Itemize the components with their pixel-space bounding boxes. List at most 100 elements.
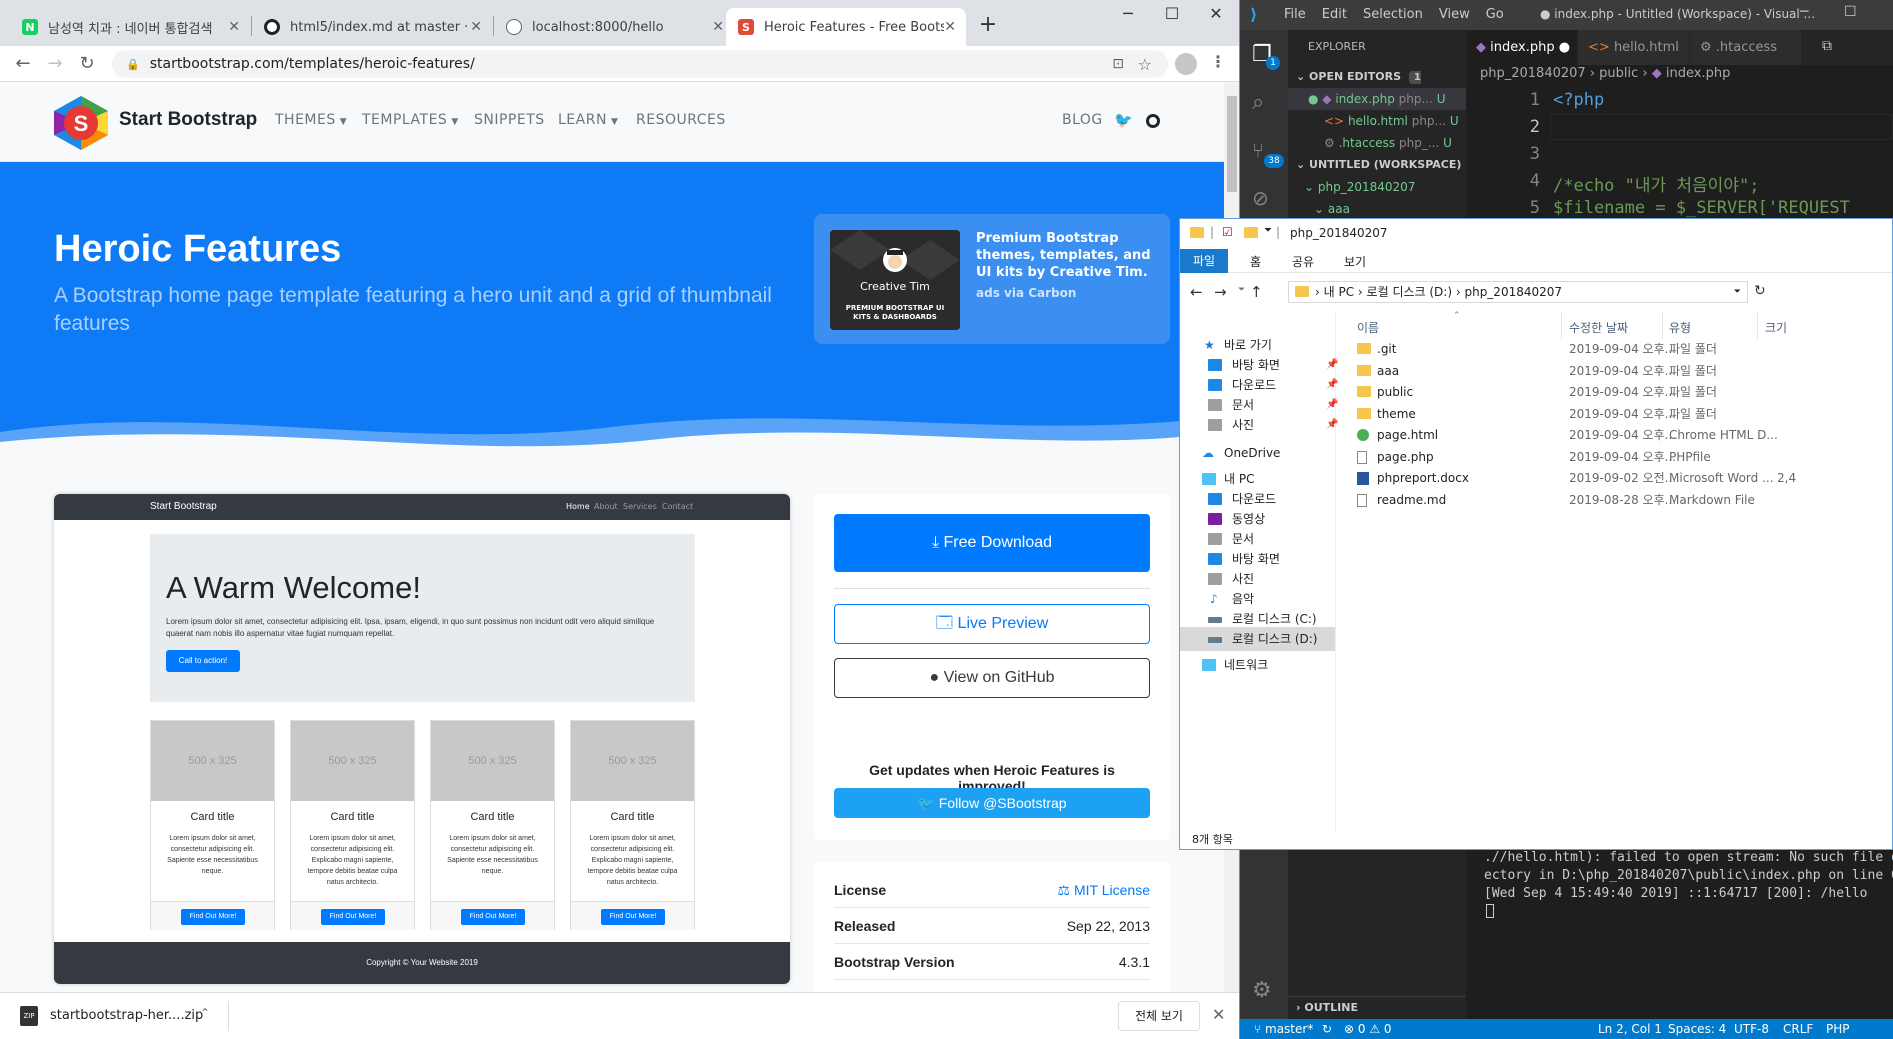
tab-heroic-features[interactable]: S Heroic Features - Free Bootstrap ✕: [726, 8, 966, 46]
open-editor-htaccess[interactable]: ⚙ .htaccess php_... U: [1288, 132, 1466, 154]
back-icon[interactable]: ←: [10, 51, 36, 77]
close-icon[interactable]: ✕: [1212, 1005, 1225, 1024]
nav-resources[interactable]: RESOURCES: [636, 112, 726, 128]
view-on-github-button[interactable]: ● View on GitHub: [834, 658, 1150, 698]
close-icon[interactable]: ✕: [712, 19, 724, 35]
ribbon-tab-home[interactable]: 홈: [1250, 253, 1261, 270]
file-row[interactable]: aaa 2019-09-04 오후... 파일 폴더: [1337, 361, 1892, 381]
ribbon-tab-file[interactable]: 파일: [1180, 249, 1228, 273]
editor-tab-hello-html[interactable]: <> hello.html: [1578, 30, 1690, 65]
new-folder-icon[interactable]: [1244, 227, 1258, 238]
bookmark-star-icon[interactable]: ☆: [1138, 55, 1152, 74]
encoding[interactable]: UTF-8: [1734, 1022, 1769, 1036]
nav-network[interactable]: 네트워크: [1180, 653, 1335, 677]
free-download-button[interactable]: ⤓ Free Download: [834, 514, 1150, 572]
close-icon[interactable]: ✕: [470, 19, 482, 35]
outline-header[interactable]: › OUTLINE: [1288, 996, 1466, 1018]
editor-tab-htaccess[interactable]: ⚙ .htaccess: [1690, 30, 1802, 65]
column-type[interactable]: 유형: [1669, 319, 1691, 336]
chevron-down-icon[interactable]: ⏷: [1238, 285, 1245, 295]
forward-icon[interactable]: →: [1214, 283, 1227, 301]
close-window-button[interactable]: ✕: [1194, 4, 1238, 23]
live-preview-button[interactable]: 🗔 Live Preview: [834, 604, 1150, 644]
maximize-button[interactable]: ☐: [1844, 4, 1857, 20]
minimize-button[interactable]: ─: [1800, 4, 1808, 20]
translate-icon[interactable]: ⊡: [1112, 56, 1124, 72]
carbon-ad[interactable]: Creative Tim PREMIUM BOOTSTRAP UI KITS &…: [814, 214, 1170, 344]
search-icon[interactable]: ⌕: [1252, 90, 1264, 115]
line-ending[interactable]: CRLF: [1783, 1022, 1813, 1036]
address-bar[interactable]: 🔒 startbootstrap.com/templates/heroic-fe…: [112, 50, 1168, 78]
carbon-ad-image[interactable]: Creative Tim PREMIUM BOOTSTRAP UI KITS &…: [830, 230, 960, 330]
tab-localhost[interactable]: localhost:8000/hello ✕: [494, 8, 734, 46]
maximize-button[interactable]: ☐: [1150, 4, 1194, 23]
file-row[interactable]: page.html 2019-09-04 오후... Chrome HTML D..…: [1337, 425, 1892, 445]
file-row[interactable]: readme.md 2019-08-28 오후... Markdown File: [1337, 490, 1892, 510]
nav-snippets[interactable]: SNIPPETS: [474, 112, 545, 128]
close-icon[interactable]: ✕: [944, 19, 956, 35]
indentation[interactable]: Spaces: 4: [1668, 1022, 1726, 1036]
back-icon[interactable]: ←: [1190, 283, 1203, 301]
workspace-header[interactable]: ⌄ UNTITLED (WORKSPACE): [1288, 154, 1466, 176]
open-editor-hello-html[interactable]: <> hello.html php... U: [1288, 110, 1466, 132]
menu-kebab-icon[interactable]: ⋮: [1210, 52, 1226, 71]
column-name[interactable]: 이름: [1357, 319, 1379, 336]
new-tab-button[interactable]: +: [966, 12, 1010, 37]
problems-indicator[interactable]: ⊗ 0 ⚠ 0: [1344, 1022, 1392, 1036]
scrollbar-thumb[interactable]: [1227, 96, 1237, 192]
ribbon-tab-share[interactable]: 공유: [1292, 253, 1314, 270]
cursor-position[interactable]: Ln 2, Col 1: [1598, 1022, 1662, 1036]
profile-avatar[interactable]: [1175, 53, 1197, 75]
tab-naver[interactable]: N 남성역 치과 : 네이버 통합검색 ✕: [10, 8, 250, 46]
file-row[interactable]: theme 2019-09-04 오후... 파일 폴더: [1337, 404, 1892, 424]
folder-php-201840207[interactable]: ⌄ php_201840207: [1288, 176, 1466, 198]
download-item[interactable]: startbootstrap-her....zip: [50, 1008, 203, 1023]
start-bootstrap-logo[interactable]: S: [54, 96, 108, 150]
editor-tab-index-php[interactable]: ◆ index.php ●: [1466, 30, 1578, 65]
twitter-icon[interactable]: 🐦: [1114, 111, 1133, 129]
refresh-icon[interactable]: ↻: [1754, 283, 1766, 299]
folder-aaa[interactable]: ⌄ aaa: [1288, 198, 1466, 220]
menu-edit[interactable]: Edit: [1322, 7, 1347, 22]
nav-drive-d[interactable]: 로컬 디스크 (D:): [1180, 627, 1335, 651]
language-mode[interactable]: PHP: [1826, 1022, 1850, 1036]
chevron-up-icon[interactable]: ⌃: [200, 1006, 210, 1020]
template-preview[interactable]: Start Bootstrap Home About Services Cont…: [54, 494, 790, 984]
carbon-ad-via[interactable]: ads via Carbon: [976, 286, 1076, 300]
open-editor-index-php[interactable]: ● ◆ index.php php... U: [1288, 88, 1466, 110]
explorer-path-bar[interactable]: › 내 PC › 로컬 디스크 (D:) › php_201840207 ⏷: [1288, 281, 1748, 303]
menu-file[interactable]: File: [1284, 7, 1306, 22]
close-icon[interactable]: ✕: [228, 19, 240, 35]
split-editor-icon[interactable]: ⧉: [1822, 38, 1832, 54]
file-row[interactable]: .git 2019-09-04 오후... 파일 폴더: [1337, 339, 1892, 359]
file-row[interactable]: page.php 2019-09-04 오후... PHPfile: [1337, 447, 1892, 467]
nav-templates[interactable]: TEMPLATES ▼: [362, 112, 459, 128]
github-icon[interactable]: [1146, 114, 1160, 128]
branch-indicator[interactable]: ⑂ master*: [1254, 1022, 1313, 1036]
site-brand[interactable]: Start Bootstrap: [119, 109, 257, 131]
file-row[interactable]: public 2019-09-04 오후... 파일 폴더: [1337, 382, 1892, 402]
reload-icon[interactable]: ↻: [74, 51, 100, 77]
menu-go[interactable]: Go: [1486, 7, 1504, 22]
show-all-downloads-button[interactable]: 전체 보기: [1118, 1001, 1200, 1031]
mit-license-link[interactable]: ⚖ MIT License: [1058, 882, 1150, 899]
source-control-icon[interactable]: ⑂: [1252, 138, 1264, 162]
column-date[interactable]: 수정한 날짜: [1569, 319, 1628, 336]
nav-blog[interactable]: BLOG: [1062, 112, 1103, 128]
chevron-down-icon[interactable]: ⏷: [1264, 225, 1272, 236]
carbon-ad-text[interactable]: Premium Bootstrap themes, templates, and…: [976, 230, 1156, 281]
file-row[interactable]: phpreport.docx 2019-09-02 오전... Microsoft …: [1337, 468, 1892, 488]
nav-learn[interactable]: LEARN ▼: [558, 112, 618, 128]
nav-pictures[interactable]: 사진 📌: [1180, 413, 1338, 437]
ribbon-tab-view[interactable]: 보기: [1344, 253, 1366, 270]
sync-icon[interactable]: ↻: [1322, 1022, 1332, 1036]
forward-icon[interactable]: →: [42, 51, 68, 77]
nav-themes[interactable]: THEMES ▼: [275, 112, 347, 128]
tab-github[interactable]: html5/index.md at master · jinyoung ✕: [252, 8, 492, 46]
nav-onedrive[interactable]: ☁ OneDrive: [1180, 441, 1335, 465]
up-icon[interactable]: ↑: [1250, 283, 1263, 301]
properties-icon[interactable]: ☑: [1222, 225, 1233, 239]
follow-twitter-button[interactable]: 🐦 Follow @SBootstrap: [834, 788, 1150, 818]
menu-selection[interactable]: Selection: [1363, 7, 1423, 22]
column-size[interactable]: 크기: [1765, 319, 1787, 336]
